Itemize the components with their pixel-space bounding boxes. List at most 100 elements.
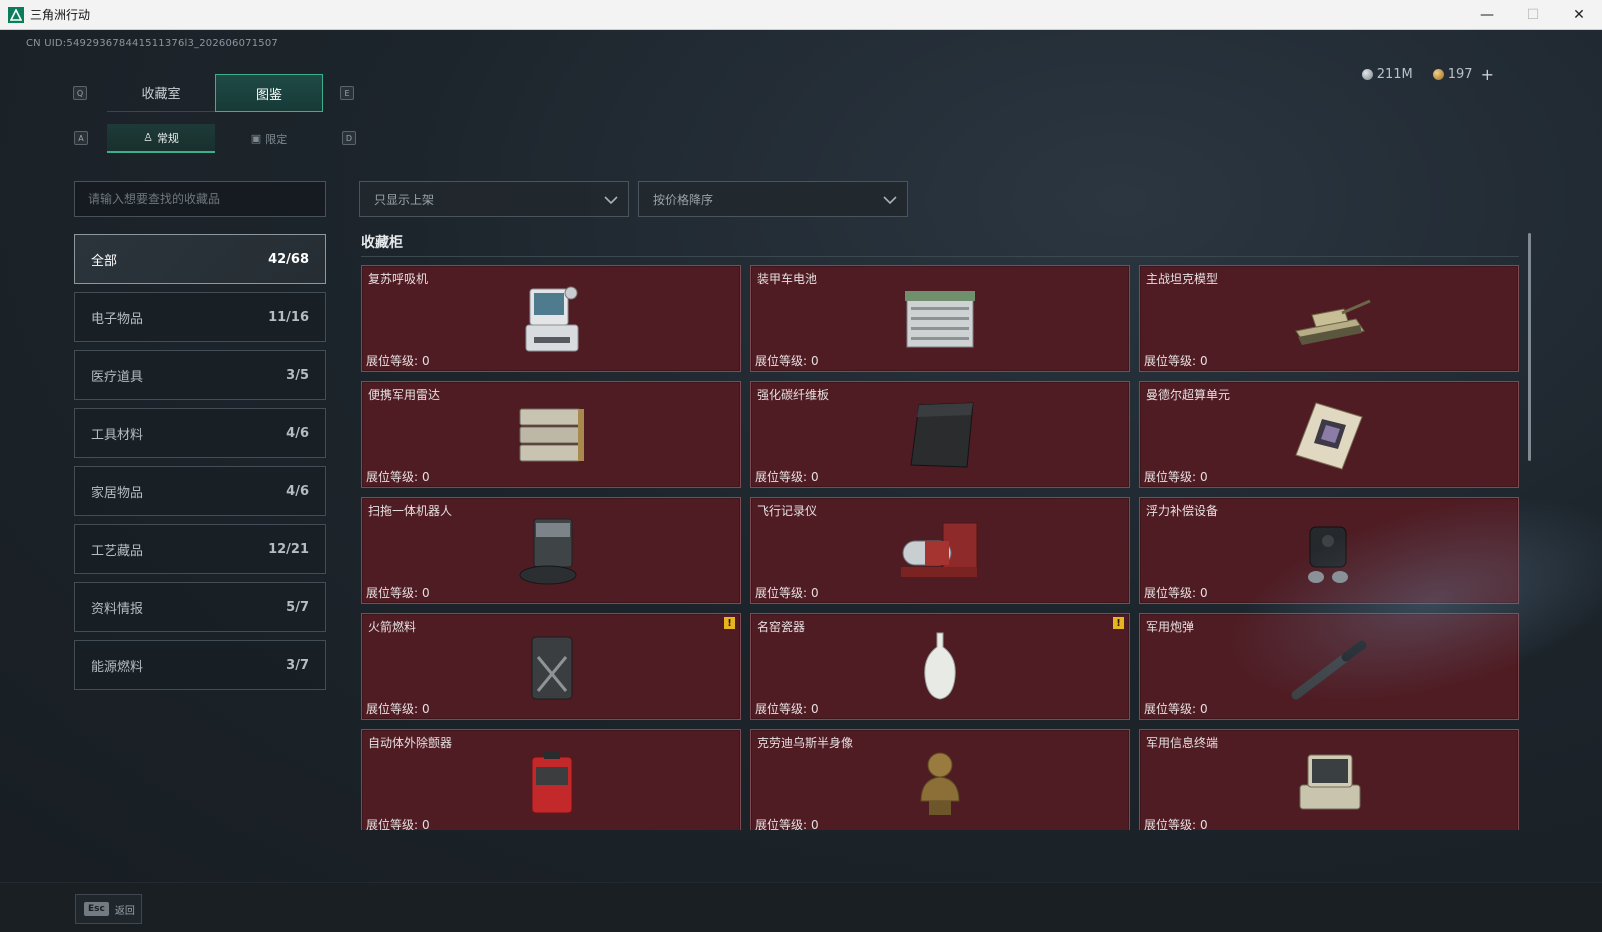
collectible-card[interactable]: 浮力补偿设备 展位等级: 0 (1139, 497, 1519, 604)
booth-level: 展位等级: 0 (755, 816, 819, 830)
item-name: 曼德尔超算单元 (1146, 388, 1231, 402)
uid-label: CN UID:549293678441511376l3_202606071507 (26, 38, 278, 49)
cabinet-grid: 复苏呼吸机 展位等级: 0 装甲车电池 展位等级: 0 主战坦克模型 展位等级:… (361, 265, 1519, 830)
sub-tabs: ♙ 常规 ▣ 限定 (107, 124, 323, 153)
collectible-card[interactable]: 名窑瓷器 ! 展位等级: 0 (750, 613, 1130, 720)
category-count: 42/68 (268, 251, 309, 267)
item-name: 装甲车电池 (757, 272, 818, 286)
booth-level-label: 展位等级: (366, 818, 419, 830)
collectible-card[interactable]: 强化碳纤维板 展位等级: 0 (750, 381, 1130, 488)
booth-level-label: 展位等级: (366, 586, 419, 600)
back-label: 返回 (114, 905, 135, 917)
category-medical[interactable]: 医疗道具 3/5 (74, 350, 326, 400)
currency-bar: 211M 197 + (1361, 65, 1494, 84)
item-name: 火箭燃料 (368, 620, 417, 634)
vase-icon: ♙ (143, 131, 153, 144)
item-name: 扫拖一体机器人 (368, 504, 453, 518)
category-crafts[interactable]: 工艺藏品 12/21 (74, 524, 326, 574)
category-count: 3/7 (286, 657, 309, 673)
booth-level: 展位等级: 0 (366, 468, 430, 485)
category-count: 4/6 (286, 483, 309, 499)
booth-level-value: 0 (811, 818, 819, 830)
minimize-button[interactable]: — (1464, 0, 1510, 30)
supercomputer-unit-icon (1295, 401, 1363, 470)
collectible-card[interactable]: 曼德尔超算单元 展位等级: 0 (1139, 381, 1519, 488)
collectible-card[interactable]: 军用信息终端 展位等级: 0 (1139, 729, 1519, 830)
window-title: 三角洲行动 (30, 8, 91, 22)
booth-level-value: 0 (811, 354, 819, 368)
carbon-plate-icon (910, 401, 974, 468)
item-name: 复苏呼吸机 (368, 272, 429, 286)
category-count: 12/21 (268, 541, 309, 557)
tab-regular[interactable]: ♙ 常规 (107, 124, 215, 153)
close-button[interactable]: ✕ (1556, 0, 1602, 30)
cabinet-scrollbar[interactable] (1528, 233, 1531, 461)
booth-level-label: 展位等级: (755, 818, 808, 830)
category-electronics[interactable]: 电子物品 11/16 (74, 292, 326, 342)
back-button[interactable]: Esc 返回 (75, 894, 142, 924)
collectible-card[interactable]: 飞行记录仪 展位等级: 0 (750, 497, 1130, 604)
category-name: 工具材料 (91, 427, 144, 443)
tab-limited-label: 限定 (265, 132, 288, 146)
battery-icon (905, 290, 975, 347)
collectible-card[interactable]: 克劳迪乌斯半身像 展位等级: 0 (750, 729, 1130, 830)
category-count: 3/5 (286, 367, 309, 383)
collectible-card[interactable]: 自动体外除颤器 展位等级: 0 (361, 729, 741, 830)
robot-vacuum-icon (519, 518, 577, 584)
booth-level: 展位等级: 0 (366, 700, 430, 717)
collectible-card[interactable]: 复苏呼吸机 展位等级: 0 (361, 265, 741, 372)
category-name: 全部 (91, 253, 118, 269)
collectible-card[interactable]: 火箭燃料 ! 展位等级: 0 (361, 613, 741, 720)
item-name: 名窑瓷器 (757, 620, 806, 634)
booth-level-value: 0 (1200, 586, 1208, 600)
tab-codex[interactable]: 图鉴 (215, 74, 323, 112)
maximize-button[interactable]: ☐ (1510, 0, 1556, 30)
shelf-filter-value: 只显示上架 (374, 192, 435, 207)
chevron-down-icon (883, 196, 897, 205)
tank-model-icon (1295, 299, 1371, 345)
tab-collection-room[interactable]: 收藏室 (107, 74, 215, 112)
chevron-down-icon (604, 196, 618, 205)
category-energy[interactable]: 能源燃料 3/7 (74, 640, 326, 690)
silver-amount: 211M (1376, 67, 1413, 82)
booth-level-label: 展位等级: (755, 470, 808, 484)
silver-coin-icon (1361, 69, 1373, 80)
add-currency-button[interactable]: + (1481, 65, 1494, 84)
bust-statue-icon (920, 752, 960, 815)
picture-icon: ▣ (250, 132, 262, 145)
booth-level-value: 0 (811, 702, 819, 716)
collectible-card[interactable]: 装甲车电池 展位等级: 0 (750, 265, 1130, 372)
category-tools[interactable]: 工具材料 4/6 (74, 408, 326, 458)
booth-level-label: 展位等级: (1144, 470, 1197, 484)
category-all[interactable]: 全部 42/68 (74, 234, 326, 284)
collectible-card[interactable]: 扫拖一体机器人 展位等级: 0 (361, 497, 741, 604)
booth-level-label: 展位等级: (755, 702, 808, 716)
collectible-card[interactable]: 军用炮弹 展位等级: 0 (1139, 613, 1519, 720)
booth-level-label: 展位等级: (366, 470, 419, 484)
booth-level-value: 0 (1200, 702, 1208, 716)
flight-recorder-icon (901, 522, 978, 577)
category-count: 11/16 (268, 309, 309, 325)
app-logo-icon (8, 6, 24, 23)
porcelain-vase-icon (924, 632, 956, 700)
category-household[interactable]: 家居物品 4/6 (74, 466, 326, 516)
collectible-card[interactable]: 主战坦克模型 展位等级: 0 (1139, 265, 1519, 372)
key-hint-e: E (340, 86, 354, 100)
collectible-card[interactable]: 便携军用雷达 展位等级: 0 (361, 381, 741, 488)
sort-dropdown[interactable]: 按价格降序 (638, 181, 908, 217)
shelf-filter-dropdown[interactable]: 只显示上架 (359, 181, 629, 217)
item-name: 克劳迪乌斯半身像 (757, 736, 854, 750)
category-count: 5/7 (286, 599, 309, 615)
booth-level-label: 展位等级: (755, 354, 808, 368)
booth-level-value: 0 (1200, 470, 1208, 484)
booth-level: 展位等级: 0 (755, 352, 819, 369)
item-name: 军用信息终端 (1146, 736, 1219, 750)
search-input[interactable] (74, 181, 326, 217)
booth-level: 展位等级: 0 (1144, 468, 1208, 485)
booth-level: 展位等级: 0 (1144, 700, 1208, 717)
category-intel[interactable]: 资料情报 5/7 (74, 582, 326, 632)
tab-limited[interactable]: ▣ 限定 (215, 124, 323, 153)
item-name: 浮力补偿设备 (1146, 504, 1219, 518)
window-titlebar: 三角洲行动 — ☐ ✕ (0, 0, 1602, 30)
booth-level-value: 0 (811, 470, 819, 484)
